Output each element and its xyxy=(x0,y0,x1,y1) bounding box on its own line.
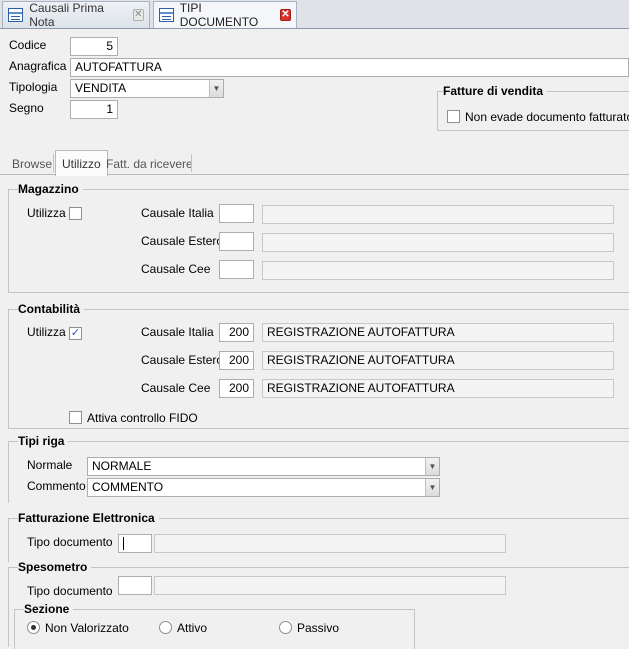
contabilita-causale-estero-desc: REGISTRAZIONE AUTOFATTURA xyxy=(262,351,614,370)
radio-passivo-label: Passivo xyxy=(297,621,340,635)
spesometro-tipo-documento-code[interactable] xyxy=(118,576,152,595)
tab-separator xyxy=(53,154,54,172)
fe-tipo-documento-desc xyxy=(154,534,506,553)
contabilita-utilizza-checkbox[interactable]: ✓ xyxy=(69,327,82,340)
fatturazione-elettronica-title: Fatturazione Elettronica xyxy=(18,511,159,525)
contabilita-causale-cee-code[interactable]: 200 xyxy=(219,379,254,398)
contabilita-causale-italia-code[interactable]: 200 xyxy=(219,323,254,342)
radio-non-valorizzato[interactable] xyxy=(27,621,40,634)
magazzino-utilizza-label: Utilizza xyxy=(27,206,66,220)
contabilita-causale-cee-label: Causale Cee xyxy=(141,381,211,395)
tab-browse[interactable]: Browse xyxy=(6,152,58,176)
magazzino-causale-cee-desc xyxy=(262,261,614,280)
magazzino-utilizza-checkbox[interactable] xyxy=(69,207,82,220)
contabilita-causale-cee-desc: REGISTRAZIONE AUTOFATTURA xyxy=(262,379,614,398)
magazzino-causale-italia-code[interactable] xyxy=(219,204,254,223)
form-icon xyxy=(8,8,24,22)
normale-value: NORMALE xyxy=(92,459,152,473)
non-evade-label: Non evade documento fatturato xyxy=(465,110,629,124)
spesometro-tipo-documento-desc xyxy=(154,576,506,595)
magazzino-causale-cee-code[interactable] xyxy=(219,260,254,279)
radio-attivo-label: Attivo xyxy=(177,621,208,635)
magazzino-causale-italia-label: Causale Italia xyxy=(141,206,214,220)
doc-tab-causali-prima-nota[interactable]: Causali Prima Nota ✕ xyxy=(2,1,150,29)
segno-field[interactable]: 1 xyxy=(70,100,118,119)
fe-tipo-documento-label: Tipo documento xyxy=(27,535,113,549)
radio-attivo[interactable] xyxy=(159,621,172,634)
normale-label: Normale xyxy=(27,458,73,472)
doc-tab-tipi-documento[interactable]: TIPI DOCUMENTO ✕ xyxy=(153,1,297,29)
fido-checkbox[interactable] xyxy=(69,411,82,424)
tab-fatt-da-ricevere[interactable]: Fatt. da ricevere xyxy=(100,152,199,176)
text-caret xyxy=(123,537,124,551)
magazzino-title: Magazzino xyxy=(18,182,83,196)
form-icon xyxy=(159,8,174,22)
codice-label: Codice xyxy=(9,38,47,52)
fatture-vendita-title: Fatture di vendita xyxy=(443,84,548,98)
contabilita-causale-estero-code[interactable]: 200 xyxy=(219,351,254,370)
chevron-down-icon[interactable]: ▼ xyxy=(209,80,223,97)
commento-select[interactable]: COMMENTO ▼ xyxy=(87,478,440,497)
tipologia-label: Tipologia xyxy=(9,80,58,94)
fe-tipo-documento-code[interactable] xyxy=(118,534,152,553)
tipi-riga-title: Tipi riga xyxy=(18,434,69,448)
contabilita-causale-italia-desc: REGISTRAZIONE AUTOFATTURA xyxy=(262,323,614,342)
commento-label: Commento xyxy=(27,479,86,493)
magazzino-causale-estero-desc xyxy=(262,233,614,252)
doc-tab-label: TIPI DOCUMENTO xyxy=(179,1,259,29)
doc-tab-label: Causali Prima Nota xyxy=(29,1,104,29)
contabilita-utilizza-label: Utilizza xyxy=(27,325,66,339)
tab-separator xyxy=(191,154,192,172)
chevron-down-icon[interactable]: ▼ xyxy=(425,458,439,475)
anagrafica-label: Anagrafica xyxy=(9,59,67,73)
magazzino-causale-cee-label: Causale Cee xyxy=(141,262,211,276)
non-evade-checkbox[interactable] xyxy=(447,110,460,123)
magazzino-causale-estero-code[interactable] xyxy=(219,232,254,251)
radio-non-valorizzato-label: Non Valorizzato xyxy=(45,621,129,635)
magazzino-causale-italia-desc xyxy=(262,205,614,224)
codice-field[interactable]: 5 xyxy=(70,37,118,56)
commento-value: COMMENTO xyxy=(92,480,164,494)
sezione-title: Sezione xyxy=(24,602,74,616)
spesometro-title: Spesometro xyxy=(18,560,92,574)
contabilita-causale-estero-label: Causale Estero xyxy=(141,353,224,367)
contabilita-title: Contabilità xyxy=(18,302,84,316)
fido-label: Attiva controllo FIDO xyxy=(87,411,198,425)
contabilita-causale-italia-label: Causale Italia xyxy=(141,325,214,339)
close-icon[interactable]: ✕ xyxy=(132,9,144,21)
document-tab-strip: Causali Prima Nota ✕ TIPI DOCUMENTO ✕ xyxy=(0,0,629,29)
check-icon: ✓ xyxy=(70,327,81,339)
segno-label: Segno xyxy=(9,101,44,115)
radio-passivo[interactable] xyxy=(279,621,292,634)
magazzino-causale-estero-label: Causale Estero xyxy=(141,234,224,248)
normale-select[interactable]: NORMALE ▼ xyxy=(87,457,440,476)
chevron-down-icon[interactable]: ▼ xyxy=(425,479,439,496)
spesometro-tipo-documento-label: Tipo documento xyxy=(27,584,113,598)
anagrafica-field[interactable]: AUTOFATTURA xyxy=(70,58,629,77)
tipologia-value: VENDITA xyxy=(75,81,127,95)
tipologia-select[interactable]: VENDITA ▼ xyxy=(70,79,224,98)
close-icon[interactable]: ✕ xyxy=(279,9,291,21)
